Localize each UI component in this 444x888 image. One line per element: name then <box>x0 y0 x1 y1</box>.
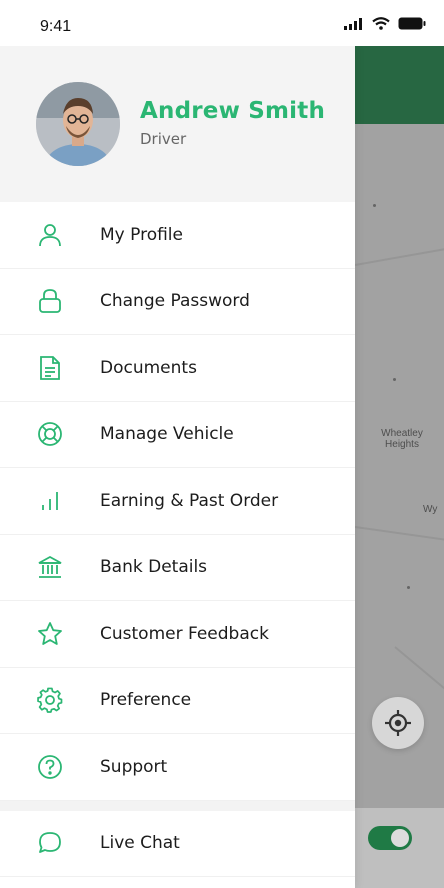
menu-divider <box>0 800 355 811</box>
menu-item-manage-vehicle[interactable]: Manage Vehicle <box>0 402 355 468</box>
online-toggle[interactable] <box>368 826 412 850</box>
toggle-knob <box>391 829 409 847</box>
signal-icon <box>344 17 362 30</box>
document-icon <box>36 354 64 382</box>
profile-header[interactable]: Andrew Smith Driver <box>0 46 355 202</box>
menu-item-label: Bank Details <box>100 557 208 578</box>
side-drawer: Andrew Smith Driver My Profile Change Pa… <box>0 46 355 888</box>
map-view[interactable]: Wheatley Heights Wy <box>355 46 444 888</box>
user-icon <box>36 221 64 249</box>
wifi-icon <box>372 17 390 30</box>
avatar <box>36 82 120 166</box>
menu-item-label: Support <box>100 756 168 777</box>
menu-item-label: Customer Feedback <box>100 623 269 644</box>
bar-chart-icon <box>36 487 64 515</box>
bank-icon <box>36 553 64 581</box>
chat-icon <box>36 829 64 857</box>
lifebuoy-icon <box>36 420 64 448</box>
my-location-button[interactable] <box>372 697 424 749</box>
menu-item-preference[interactable]: Preference <box>0 668 355 734</box>
menu-item-label: Manage Vehicle <box>100 424 234 445</box>
menu-item-earning-past-order[interactable]: Earning & Past Order <box>0 468 355 535</box>
lock-icon <box>36 287 64 315</box>
menu-item-support[interactable]: Support <box>0 734 355 801</box>
status-icons <box>344 17 426 30</box>
menu-item-label: Live Chat <box>100 833 180 854</box>
avatar-image <box>36 82 120 166</box>
crosshair-icon <box>385 710 411 736</box>
help-icon <box>36 753 64 781</box>
menu-item-label: Preference <box>100 690 192 711</box>
drawer-overlay[interactable] <box>355 46 444 888</box>
menu-item-customer-feedback[interactable]: Customer Feedback <box>0 601 355 668</box>
menu-item-documents[interactable]: Documents <box>0 335 355 402</box>
star-icon <box>36 620 64 648</box>
menu-item-live-chat[interactable]: Live Chat <box>0 811 355 877</box>
menu-item-my-profile[interactable]: My Profile <box>0 202 355 269</box>
status-bar: 9:41 <box>0 0 444 46</box>
profile-name: Andrew Smith <box>140 98 326 124</box>
menu-item-label: Earning & Past Order <box>100 490 279 511</box>
status-time: 9:41 <box>40 18 72 35</box>
menu-item-label: My Profile <box>100 224 183 245</box>
menu-item-label: Change Password <box>100 291 250 312</box>
gear-icon <box>36 686 64 714</box>
battery-icon <box>398 17 426 30</box>
menu-item-change-password[interactable]: Change Password <box>0 269 355 335</box>
profile-role: Driver <box>140 130 187 148</box>
drawer-menu: My Profile Change Password Documents Man… <box>0 202 355 877</box>
menu-item-bank-details[interactable]: Bank Details <box>0 535 355 601</box>
menu-item-label: Documents <box>100 357 197 378</box>
